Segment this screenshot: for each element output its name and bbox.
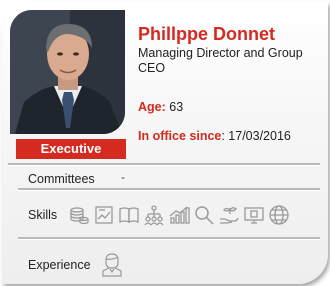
divider <box>8 163 320 165</box>
chart-document-icon[interactable] <box>93 204 115 226</box>
profile-photo <box>10 10 125 134</box>
profile-card: Phillppe Donnet Managing Director and Gr… <box>2 2 328 284</box>
age-field: Age: 63 <box>138 100 183 114</box>
age-label: Age: <box>138 100 166 114</box>
monitor-icon[interactable] <box>243 204 265 226</box>
skills-label: Skills <box>28 208 58 222</box>
age-value: 63 <box>169 100 184 114</box>
person-role: Managing Director and Group CEO <box>138 46 303 75</box>
coins-stack-icon[interactable] <box>68 204 90 226</box>
hand-plant-icon[interactable] <box>218 204 240 226</box>
globe-icon[interactable] <box>268 204 290 226</box>
office-field: In office since: 17/03/2016 <box>138 129 291 143</box>
office-label: In office since <box>138 129 222 143</box>
org-chart-icon[interactable] <box>143 204 165 226</box>
person-name: Phillppe Donnet <box>138 24 275 44</box>
growth-bars-icon[interactable] <box>168 204 190 226</box>
experience-label: Experience <box>28 258 91 272</box>
magnifier-icon[interactable] <box>193 204 215 226</box>
divider <box>18 188 320 190</box>
office-value: : 17/03/2016 <box>221 129 291 143</box>
committees-value: - <box>121 170 125 184</box>
skills-icon-row <box>68 204 290 226</box>
divider <box>18 237 320 239</box>
person-portrait-icon[interactable] <box>100 251 124 277</box>
executive-badge: Executive <box>16 139 126 159</box>
committees-label: Committees <box>28 172 95 186</box>
open-book-icon[interactable] <box>118 204 140 226</box>
